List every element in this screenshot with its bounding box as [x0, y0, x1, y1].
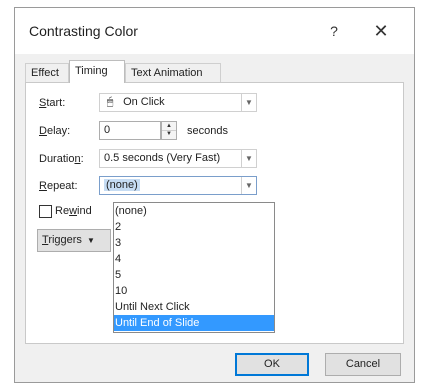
start-label: Start: — [39, 97, 66, 109]
list-item[interactable]: 2 — [114, 219, 274, 235]
delay-label: Delay: — [39, 125, 71, 137]
dialog-title: Contrasting Color — [29, 23, 138, 39]
rewind-checkbox[interactable] — [39, 205, 52, 218]
duration-dropdown[interactable]: 0.5 seconds (Very Fast) ▼ — [99, 149, 257, 168]
list-item-selected[interactable]: Until End of Slide — [114, 315, 274, 331]
tab-effect[interactable]: Effect — [25, 63, 69, 82]
chevron-down-icon[interactable]: ▼ — [241, 94, 256, 111]
chevron-down-icon: ▼ — [87, 236, 95, 245]
delay-input[interactable]: 0 — [99, 121, 161, 140]
tab-timing[interactable]: Timing — [69, 60, 125, 83]
triggers-label: riggers — [48, 234, 82, 246]
list-item[interactable]: 10 — [114, 283, 274, 299]
triggers-button[interactable]: Triggers ▼ — [37, 229, 111, 252]
tab-text-animation[interactable]: Text Animation — [125, 63, 221, 82]
chevron-down-icon[interactable]: ▼ — [241, 177, 256, 194]
list-item[interactable]: Until Next Click — [114, 299, 274, 315]
delay-unit: seconds — [187, 125, 228, 137]
list-item[interactable]: 5 — [114, 267, 274, 283]
rewind-label: Rewind — [55, 205, 92, 217]
repeat-dropdown[interactable]: (none) ▼ — [99, 176, 257, 195]
repeat-label: Repeat: — [39, 180, 78, 192]
list-item[interactable]: (none) — [114, 203, 274, 219]
duration-label: Duration: — [39, 153, 84, 165]
delay-spinner[interactable]: ▲ ▼ — [161, 121, 177, 140]
contrasting-color-dialog: Contrasting Color ? ✕ Effect Timing Text… — [14, 7, 415, 383]
spin-down-icon[interactable]: ▼ — [162, 130, 176, 138]
close-button[interactable]: ✕ — [368, 20, 394, 42]
duration-value: 0.5 seconds (Very Fast) — [104, 152, 221, 164]
title-bar: Contrasting Color ? ✕ — [15, 8, 414, 54]
help-button[interactable]: ? — [322, 20, 346, 42]
chevron-down-icon[interactable]: ▼ — [241, 150, 256, 167]
repeat-options-list[interactable]: (none) 2 3 4 5 10 Until Next Click Until… — [113, 202, 275, 333]
ok-button[interactable]: OK — [235, 353, 309, 376]
start-dropdown[interactable]: 🖱 On Click ▼ — [99, 93, 257, 112]
list-item[interactable]: 4 — [114, 251, 274, 267]
mouse-click-icon: 🖱 — [106, 96, 114, 108]
cancel-button[interactable]: Cancel — [325, 353, 401, 376]
repeat-value: (none) — [104, 179, 140, 191]
list-item[interactable]: 3 — [114, 235, 274, 251]
start-value: On Click — [123, 96, 165, 108]
